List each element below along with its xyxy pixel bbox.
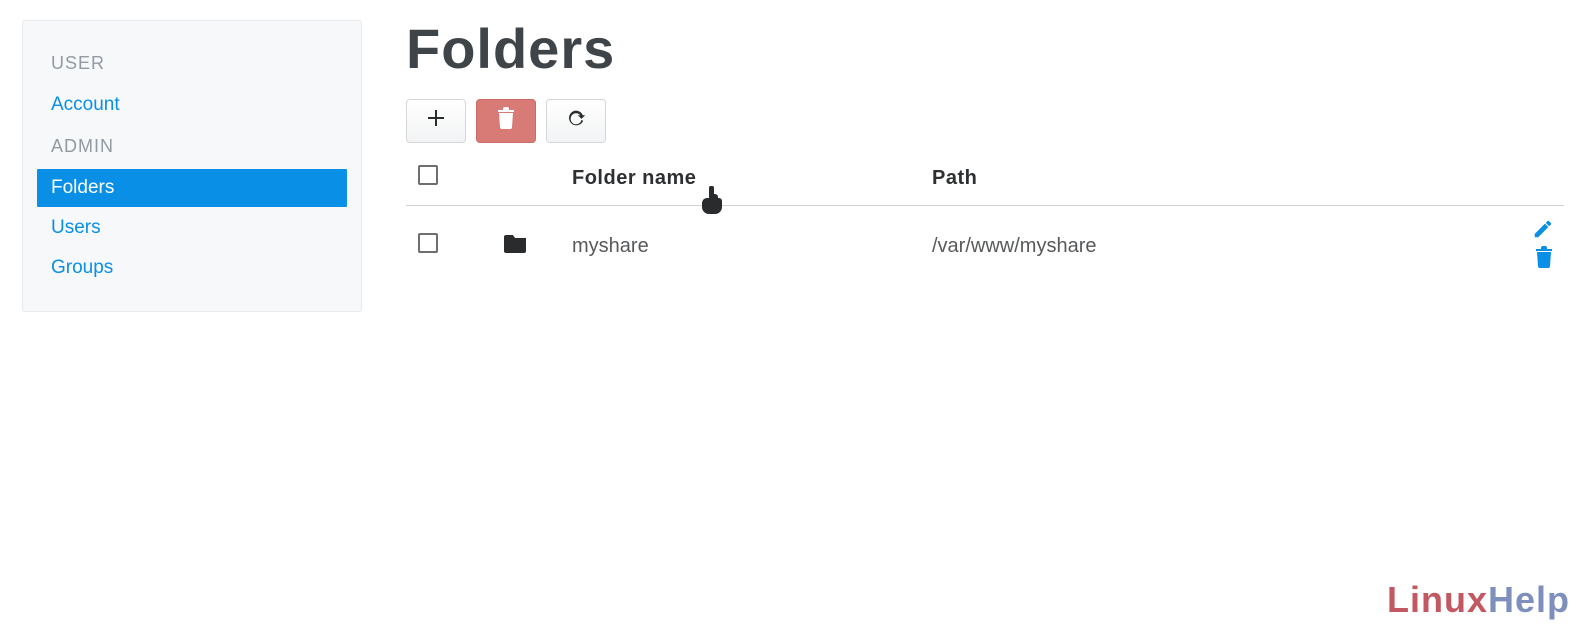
refresh-button[interactable] (546, 99, 606, 143)
table-row: myshare /var/www/myshare (406, 206, 1564, 287)
sidebar: USER Account ADMIN Folders Users Groups (22, 20, 362, 312)
column-header-name[interactable]: Folder name (566, 157, 926, 206)
toolbar (406, 99, 1564, 143)
edit-icon[interactable] (1532, 218, 1554, 240)
column-header-path[interactable]: Path (926, 157, 1444, 206)
logo-mark-icon (1321, 571, 1379, 629)
row-folder-path: /var/www/myshare (926, 206, 1444, 287)
sidebar-item-groups[interactable]: Groups (37, 249, 347, 287)
logo-text: LinuxHelp (1387, 579, 1570, 621)
select-all-checkbox[interactable] (418, 165, 438, 185)
row-trash-icon[interactable] (1534, 246, 1554, 268)
add-button[interactable] (406, 99, 466, 143)
sidebar-item-folders[interactable]: Folders (37, 169, 347, 207)
logo: LinuxHelp (1321, 571, 1570, 629)
sidebar-section-user: USER (37, 43, 347, 84)
plus-icon (426, 108, 446, 134)
sidebar-section-admin: ADMIN (37, 126, 347, 167)
delete-button[interactable] (476, 99, 536, 143)
main-content: Folders (362, 0, 1594, 643)
row-checkbox[interactable] (418, 233, 438, 253)
trash-icon (496, 107, 516, 135)
page-title: Folders (406, 16, 1564, 81)
sidebar-item-users[interactable]: Users (37, 209, 347, 247)
folder-icon (504, 236, 528, 258)
row-folder-name[interactable]: myshare (566, 206, 926, 287)
sidebar-item-account[interactable]: Account (37, 86, 347, 124)
folders-table: Folder name Path myshare /var (406, 157, 1564, 286)
refresh-icon (565, 107, 587, 135)
